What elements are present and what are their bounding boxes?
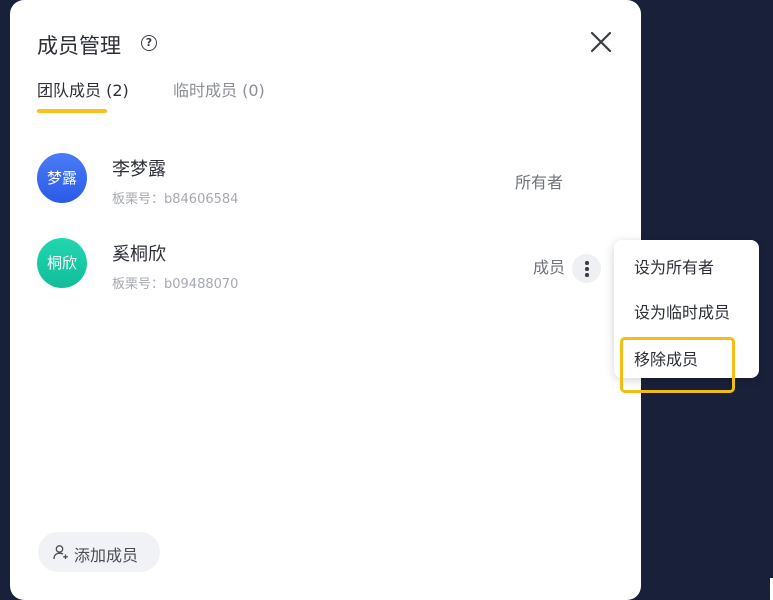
member-role: 所有者 <box>515 173 564 192</box>
member-name: 奚桐欣 <box>112 244 166 265</box>
more-dots-icon <box>585 267 589 271</box>
more-dots-icon <box>585 261 589 265</box>
member-row[interactable]: 桐欣 奚桐欣 板栗号：b09488070 成员 <box>10 238 641 308</box>
tab-temporary-members[interactable]: 临时成员 (0) <box>173 77 265 101</box>
member-role: 成员 <box>533 258 566 277</box>
member-id: 板栗号：b09488070 <box>112 277 239 292</box>
dialog-title: 成员管理 <box>37 34 121 58</box>
add-user-icon <box>53 545 68 560</box>
member-id: 板栗号：b84606584 <box>112 192 239 207</box>
add-member-button[interactable]: 添加成员 <box>38 532 160 572</box>
menu-item-set-owner[interactable]: 设为所有者 <box>634 254 714 278</box>
avatar: 桐欣 <box>37 238 87 288</box>
menu-item-set-temporary[interactable]: 设为临时成员 <box>634 299 730 323</box>
member-management-dialog: 成员管理 ? 团队成员 (2) 临时成员 (0) 梦露 李梦露 板栗号：b846… <box>10 0 641 600</box>
avatar: 梦露 <box>37 153 87 203</box>
active-tab-indicator <box>37 109 107 113</box>
more-dots-icon <box>585 273 589 277</box>
member-name: 李梦露 <box>112 159 166 180</box>
close-icon[interactable] <box>589 30 613 54</box>
help-icon[interactable]: ? <box>141 35 157 51</box>
add-member-label: 添加成员 <box>74 546 139 565</box>
tab-team-members[interactable]: 团队成员 (2) <box>37 77 129 101</box>
highlight-box <box>620 337 735 393</box>
member-row[interactable]: 梦露 李梦露 板栗号：b84606584 所有者 <box>10 153 641 223</box>
more-options-button[interactable] <box>572 254 601 283</box>
